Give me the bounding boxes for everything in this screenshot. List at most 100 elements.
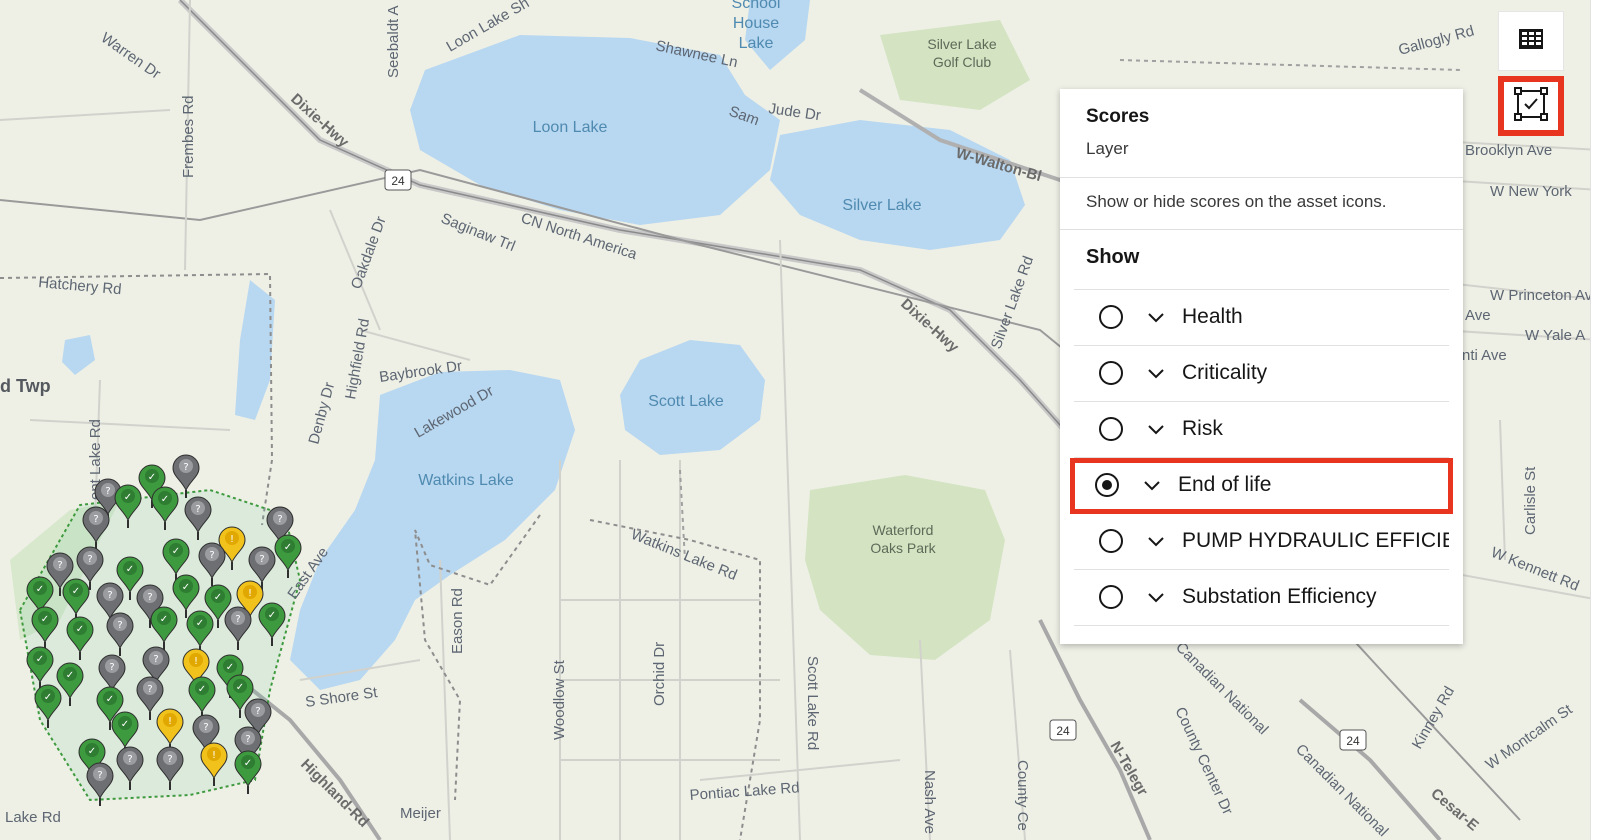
asset-marker-symbol: ? — [87, 554, 92, 565]
radio-button-selected[interactable] — [1095, 473, 1119, 497]
chevron-down-icon[interactable] — [1142, 475, 1162, 495]
asset-marker-symbol: ? — [235, 614, 240, 625]
option-label: Health — [1182, 305, 1243, 328]
asset-marker-symbol: ✓ — [160, 614, 168, 625]
asset-marker-symbol: ✓ — [106, 694, 114, 705]
score-option-pump-hydraulic-efficiency[interactable]: PUMP HYDRAULIC EFFICIENCY — [1074, 514, 1449, 570]
score-option-health[interactable]: Health — [1074, 290, 1449, 346]
asset-marker-symbol: ! — [212, 750, 216, 761]
asset-marker-symbol: ! — [194, 656, 198, 667]
ave-label: Ave — [1465, 307, 1491, 324]
shield-24-b: 24 — [1049, 719, 1077, 741]
asset-marker-symbol: ? — [93, 514, 98, 525]
nti-ave-label: nti Ave — [1462, 347, 1507, 364]
orchid-dr-label: Orchid Dr — [651, 642, 668, 706]
asset-marker-symbol: ? — [153, 654, 158, 665]
panel-title: Scores — [1086, 106, 1150, 127]
w-new-york-label: W New York — [1490, 183, 1572, 200]
asset-marker-symbol: ✓ — [121, 719, 129, 730]
asset-marker-symbol: ? — [147, 592, 152, 603]
panel-divider — [1060, 177, 1463, 178]
asset-marker-symbol: ✓ — [236, 682, 244, 693]
asset-marker-symbol: ? — [209, 550, 214, 561]
chevron-down-icon[interactable] — [1146, 587, 1166, 607]
asset-marker-symbol: ! — [230, 534, 234, 545]
scores-layer-button[interactable] — [1498, 76, 1564, 136]
option-label: Criticality — [1182, 361, 1268, 384]
asset-marker-symbol: ? — [259, 554, 264, 565]
watkins-lake-label: Watkins Lake — [418, 472, 514, 489]
lake-rd-label: Lake Rd — [5, 809, 61, 826]
chevron-down-icon[interactable] — [1146, 419, 1166, 439]
svg-text:24: 24 — [391, 174, 405, 188]
seebaldt-label: Seebaldt A — [385, 5, 402, 78]
show-heading: Show — [1086, 246, 1140, 268]
asset-marker-symbol: ? — [245, 734, 250, 745]
table-view-button[interactable] — [1498, 11, 1564, 71]
panel-description: Show or hide scores on the asset icons. — [1086, 192, 1387, 211]
loon-lake-label: Loon Lake — [533, 119, 608, 136]
frembes-rd-label: Frembes Rd — [180, 95, 197, 178]
asset-marker-symbol: ✓ — [226, 662, 234, 673]
asset-marker-symbol: ✓ — [41, 614, 49, 625]
asset-marker-symbol: ? — [107, 590, 112, 601]
asset-marker-symbol: ✓ — [76, 624, 84, 635]
score-option-risk[interactable]: Risk — [1074, 402, 1449, 458]
asset-marker-symbol: ✓ — [196, 618, 204, 629]
asset-marker-symbol: ✓ — [182, 582, 190, 593]
eason-rd-label: Eason Rd — [449, 588, 466, 654]
brooklyn-ave-label: Brooklyn Ave — [1465, 142, 1552, 159]
asset-marker-symbol: ✓ — [66, 670, 74, 681]
scott-lake-rd-label: Scott Lake Rd — [804, 656, 821, 750]
option-label: End of life — [1178, 473, 1272, 496]
scores-panel: Scores Layer Show or hide scores on the … — [1060, 89, 1463, 644]
option-label: Risk — [1182, 417, 1223, 440]
svg-text:24: 24 — [1056, 724, 1070, 738]
school-house-lake-label-1: School — [732, 0, 781, 12]
shield-24-a: 24 — [384, 169, 412, 191]
score-option-end-of-life[interactable]: End of life — [1070, 458, 1453, 514]
radio-button[interactable] — [1099, 417, 1123, 441]
asset-marker-symbol: ? — [105, 486, 110, 497]
chevron-down-icon[interactable] — [1146, 363, 1166, 383]
scott-lake-label: Scott Lake — [648, 393, 724, 410]
asset-marker-symbol: ✓ — [198, 684, 206, 695]
asset-marker-symbol: ✓ — [72, 586, 80, 597]
asset-marker-symbol: ✓ — [161, 494, 169, 505]
nash-ave-label: Nash Ave — [921, 770, 938, 834]
asset-marker-symbol: ! — [248, 588, 252, 599]
checkbox-frame-icon — [1514, 86, 1548, 126]
asset-marker-symbol: ✓ — [284, 542, 292, 553]
asset-marker-symbol: ? — [203, 722, 208, 733]
asset-marker-symbol: ? — [109, 662, 114, 673]
county-ce-label: County Ce — [1014, 760, 1031, 831]
score-option-substation-efficiency[interactable]: Substation Efficiency — [1074, 570, 1449, 626]
golf-club-label-2: Golf Club — [933, 54, 992, 70]
option-label: PUMP HYDRAULIC EFFICIENCY — [1182, 529, 1449, 552]
waterford-oaks-label-1: Waterford — [873, 522, 934, 538]
school-house-lake-label-2: House — [733, 15, 779, 32]
radio-button[interactable] — [1099, 585, 1123, 609]
golf-club-label-1: Silver Lake — [927, 36, 996, 52]
asset-marker-symbol: ✓ — [214, 592, 222, 603]
map-edge-strip — [1590, 0, 1616, 840]
school-house-lake-label-3: Lake — [739, 35, 774, 52]
asset-marker-symbol: ✓ — [36, 584, 44, 595]
meijer-label: Meijer — [400, 805, 441, 822]
silver-lake-label: Silver Lake — [842, 197, 921, 214]
asset-marker-symbol: ? — [277, 514, 282, 525]
radio-button[interactable] — [1099, 305, 1123, 329]
asset-marker-symbol: ? — [147, 684, 152, 695]
radio-button[interactable] — [1099, 361, 1123, 385]
chevron-down-icon[interactable] — [1146, 531, 1166, 551]
asset-marker-symbol: ? — [195, 504, 200, 515]
score-option-criticality[interactable]: Criticality — [1074, 346, 1449, 402]
w-princeton-label: W Princeton Av — [1490, 287, 1593, 304]
panel-subtitle: Layer — [1086, 139, 1129, 158]
radio-button[interactable] — [1099, 529, 1123, 553]
table-icon — [1518, 28, 1544, 55]
woodlow-st-label: Woodlow St — [551, 659, 568, 740]
asset-marker-symbol: ? — [117, 620, 122, 631]
chevron-down-icon[interactable] — [1146, 307, 1166, 327]
asset-marker-symbol: ? — [97, 770, 102, 781]
